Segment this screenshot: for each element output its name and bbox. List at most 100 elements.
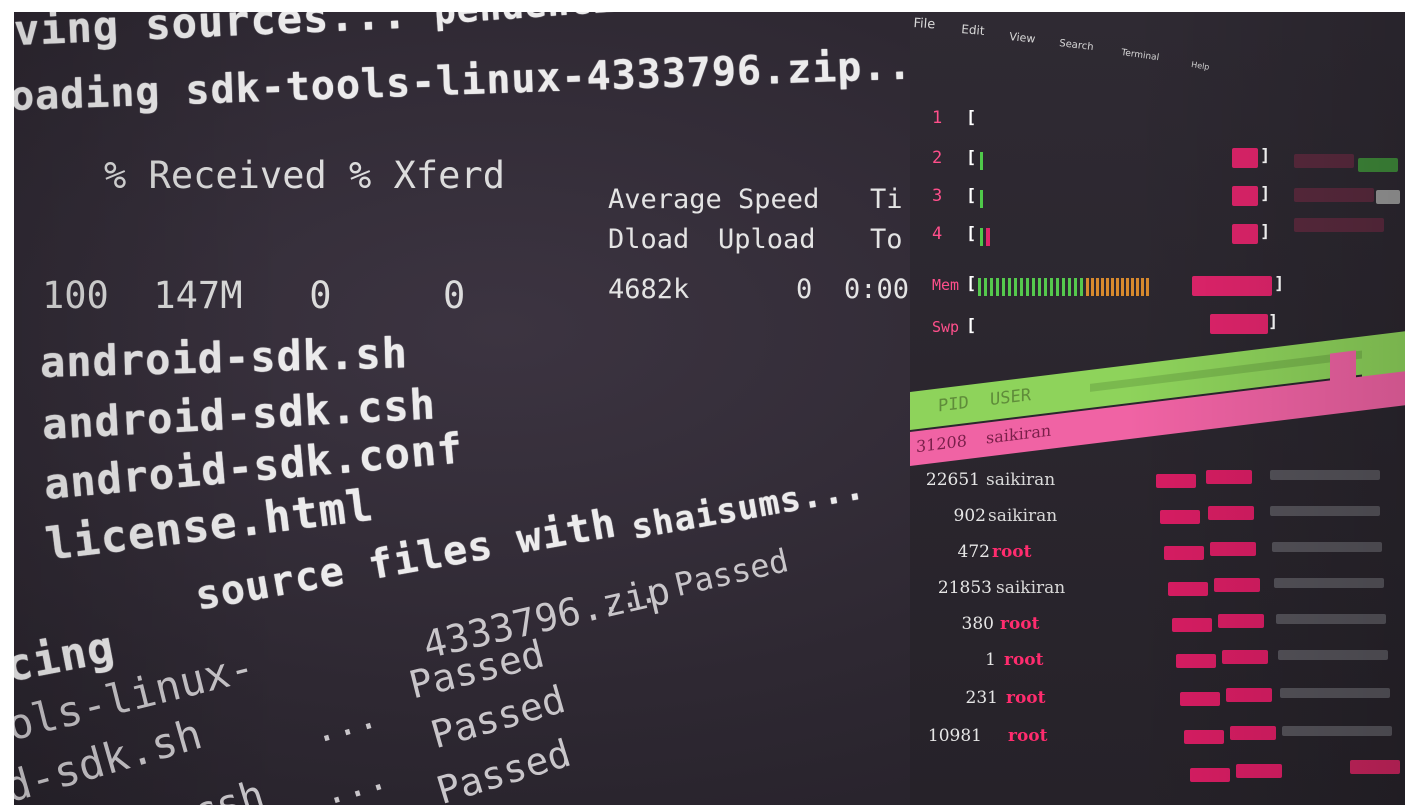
curl-progress-values: 100 147M 0 0 bbox=[42, 274, 466, 317]
process-extra-block bbox=[1350, 760, 1400, 774]
process-time-block bbox=[1282, 726, 1392, 736]
cpu-bracket-close: ] bbox=[1260, 146, 1271, 166]
memory-used-bar bbox=[978, 278, 1084, 296]
process-pid: 10981 bbox=[927, 726, 982, 746]
info-tasks bbox=[1294, 154, 1354, 168]
process-user: root bbox=[1000, 614, 1040, 634]
column-user[interactable]: USER bbox=[990, 385, 1031, 410]
process-pid: 902 bbox=[953, 506, 986, 526]
process-user: root bbox=[1008, 726, 1048, 746]
menu-view[interactable]: View bbox=[1009, 30, 1036, 46]
cpu-label: 1 bbox=[932, 108, 943, 128]
process-row[interactable]: 21853 saikiran bbox=[910, 578, 1405, 608]
process-mem-block bbox=[1230, 726, 1276, 740]
memory-meter: Mem [ ] bbox=[910, 274, 1405, 300]
process-time-block bbox=[1272, 542, 1382, 552]
process-pid: 231 bbox=[965, 688, 998, 708]
column-pid[interactable]: PID bbox=[938, 393, 969, 417]
cpu-bracket: [ bbox=[966, 108, 977, 128]
cpu-percent-box bbox=[1232, 148, 1258, 168]
process-pid: 21853 bbox=[937, 578, 992, 598]
memory-bracket: [ bbox=[966, 274, 977, 294]
terminal-line-dependencies: pendencies... bbox=[433, 12, 730, 33]
process-cpu-block bbox=[1176, 654, 1216, 668]
curl-time-value: 0:00 bbox=[844, 274, 910, 305]
process-cpu-block bbox=[1168, 582, 1208, 596]
info-load bbox=[1294, 188, 1374, 202]
cpu-label: 3 bbox=[932, 186, 943, 206]
menu-help[interactable]: Help bbox=[1191, 60, 1210, 72]
cpu-bracket-close: ] bbox=[1260, 222, 1271, 242]
process-cpu-block bbox=[1156, 474, 1196, 488]
process-time-block bbox=[1276, 614, 1386, 624]
process-time-block bbox=[1274, 578, 1384, 588]
memory-value-box bbox=[1192, 276, 1272, 296]
menu-edit[interactable]: Edit bbox=[961, 22, 985, 38]
process-time-block bbox=[1278, 650, 1388, 660]
process-row[interactable]: 472 root bbox=[910, 542, 1405, 572]
process-cpu-block bbox=[1164, 546, 1204, 560]
swap-bracket-close: ] bbox=[1268, 312, 1279, 332]
process-pid: 472 bbox=[957, 542, 990, 562]
process-cpu-block bbox=[1184, 730, 1224, 744]
process-row-partial bbox=[1170, 760, 1405, 794]
curl-header-upload: Upload bbox=[718, 224, 816, 255]
process-row[interactable]: 10981 root bbox=[910, 726, 1405, 756]
cpu-usage-bar bbox=[980, 190, 983, 208]
curl-upload-value: 0 bbox=[796, 274, 813, 305]
process-cpu-block bbox=[1172, 618, 1212, 632]
process-pid: 31208 bbox=[916, 431, 967, 457]
process-cpu-block bbox=[1180, 692, 1220, 706]
memory-bracket-close: ] bbox=[1274, 274, 1285, 294]
menu-search[interactable]: Search bbox=[1059, 38, 1094, 53]
info-tasks-count bbox=[1358, 158, 1398, 172]
cpu-meter-1: 1 [ bbox=[910, 108, 1405, 134]
process-user: saikiran bbox=[986, 470, 1056, 490]
curl-header-average-speed: Average Speed bbox=[608, 184, 820, 215]
info-uptime bbox=[1294, 218, 1384, 232]
process-time-block bbox=[1280, 688, 1390, 698]
process-user: saikiran bbox=[988, 506, 1058, 526]
process-mem-block bbox=[1236, 764, 1282, 778]
process-user: root bbox=[1004, 650, 1044, 670]
process-cpu-block bbox=[1160, 510, 1200, 524]
process-mem-block bbox=[1208, 506, 1254, 520]
checksum-csh-name: csh bbox=[187, 771, 270, 805]
menu-terminal[interactable]: Terminal bbox=[1121, 48, 1160, 63]
swap-value-box bbox=[1210, 314, 1268, 334]
terminal-line-downloading: oading sdk-tools-linux-4333796.zip... bbox=[14, 41, 939, 120]
swap-meter: Swp [ ] bbox=[910, 312, 1405, 338]
process-mem-block bbox=[1206, 470, 1252, 484]
swap-label: Swp bbox=[932, 318, 960, 336]
process-row[interactable]: 380 root bbox=[910, 614, 1405, 644]
process-row[interactable]: 231 root bbox=[910, 688, 1405, 718]
process-user: saikiran bbox=[986, 420, 1052, 448]
process-mem-block bbox=[1214, 578, 1260, 592]
checksum-sh-dots: ... bbox=[308, 694, 383, 753]
process-cpu-block bbox=[1190, 768, 1230, 782]
file-android-sdk-sh: android-sdk.sh bbox=[39, 328, 409, 387]
checksum-zip-passed: ... Passed bbox=[595, 541, 792, 622]
process-user: root bbox=[1006, 688, 1046, 708]
process-row[interactable]: 902 saikiran bbox=[910, 506, 1405, 536]
cpu-bracket-close: ] bbox=[1260, 184, 1271, 204]
process-mem-block bbox=[1218, 614, 1264, 628]
cpu-label: 4 bbox=[932, 224, 943, 244]
cpu-percent-box bbox=[1232, 186, 1258, 206]
process-mem-block bbox=[1210, 542, 1256, 556]
curl-header-received: % Received % Xferd bbox=[104, 154, 505, 197]
curl-dload-value: 4682k bbox=[608, 274, 690, 305]
process-row[interactable]: 1 root bbox=[910, 650, 1405, 680]
cpu-usage-bar bbox=[980, 228, 983, 246]
menu-file[interactable]: File bbox=[913, 16, 936, 32]
cpu-label: 2 bbox=[932, 148, 943, 168]
process-row[interactable]: 22651 saikiran bbox=[910, 470, 1405, 500]
curl-header-total: To bbox=[870, 224, 903, 255]
memory-cache-bar bbox=[1086, 278, 1150, 296]
cpu-bracket: [ bbox=[966, 186, 977, 206]
process-pid: 1 bbox=[985, 650, 996, 670]
process-mem-block bbox=[1222, 650, 1268, 664]
checksum-csh-dots: ... bbox=[318, 755, 393, 805]
process-time-block bbox=[1270, 506, 1380, 516]
cpu-percent-box bbox=[1232, 224, 1258, 244]
